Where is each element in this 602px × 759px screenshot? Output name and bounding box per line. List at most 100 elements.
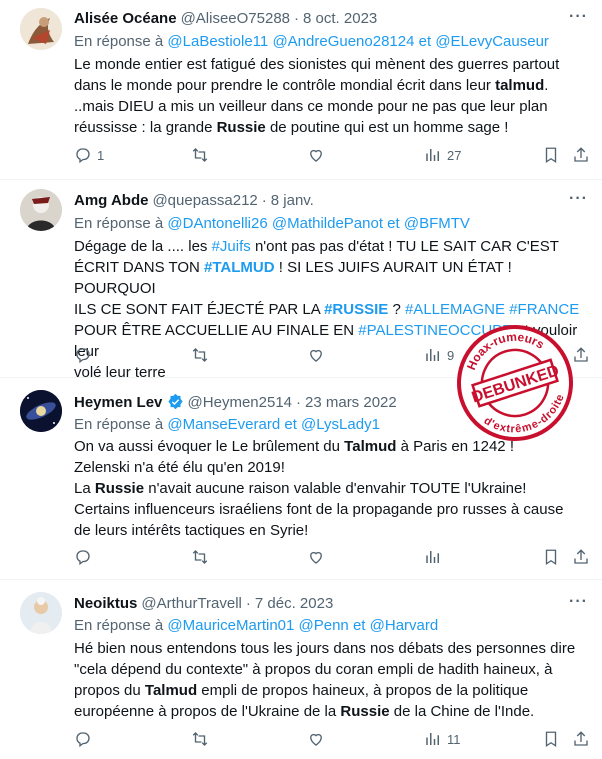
author-handle[interactable]: @quepassa212 (152, 192, 257, 209)
mention-link[interactable]: @ManseEverard (167, 416, 280, 433)
author-name[interactable]: Alisée Océane (74, 10, 177, 27)
tweet-line: Hé bien nous entendons tous les jours da… (74, 640, 576, 657)
tweet-line: réussisse : la grande Russie de poutine … (74, 119, 509, 136)
avatar[interactable] (20, 592, 62, 634)
tweet-date[interactable]: 8 janv. (271, 192, 314, 209)
action-bar: 11 (74, 730, 588, 750)
views-button[interactable]: 11 (424, 730, 461, 748)
bookmark-button[interactable] (542, 146, 560, 164)
like-button[interactable] (307, 548, 325, 566)
bookmark-icon (545, 731, 557, 748)
share-button[interactable] (572, 730, 590, 748)
reply-icon (76, 550, 90, 566)
mention-link[interactable]: @MauriceMartin01 (167, 617, 294, 634)
reply-button[interactable] (74, 346, 97, 364)
mention-link[interactable]: @MathildePanot (272, 215, 383, 232)
share-icon (574, 147, 588, 162)
author-handle[interactable]: @Heymen2514 (188, 394, 292, 411)
bookmark-button[interactable] (542, 548, 560, 566)
tweet-line: Certains influenceurs israéliens font de… (74, 501, 564, 518)
retweet-icon (192, 550, 208, 564)
like-icon (310, 149, 322, 162)
retweet-button[interactable] (191, 730, 209, 748)
like-icon (310, 349, 322, 362)
separator-dot: · (245, 595, 251, 612)
author-handle[interactable]: @ArthurTravell (141, 595, 242, 612)
tweet-header: Alisée Océane @AliseeO75288 · 8 oct. 2023 (74, 10, 377, 28)
tweet-text: Le monde entier est fatigué des sioniste… (74, 54, 584, 138)
retweet-button[interactable] (191, 346, 214, 364)
share-button[interactable] (572, 146, 590, 164)
views-button[interactable]: 27 (424, 146, 461, 164)
mention-and: et (352, 617, 366, 634)
reply-icon (76, 348, 90, 364)
author-name[interactable]: Neoiktus (74, 595, 137, 612)
mention-and: et (418, 33, 432, 50)
tweet-line: La Russie n'avait aucune raison valable … (74, 480, 527, 497)
tweet-line: propos du Talmud empli de propos haineux… (74, 682, 529, 699)
mention-link[interactable]: @AndreGueno28124 (272, 33, 414, 50)
like-button[interactable] (307, 146, 330, 164)
author-name[interactable]: Heymen Lev (74, 394, 162, 411)
retweet-icon (192, 148, 208, 162)
mention-link[interactable]: @Penn (299, 617, 349, 634)
reply-count: 1 (97, 147, 105, 163)
mention-and: et (284, 416, 297, 433)
views-icon (426, 733, 439, 745)
reply-button[interactable] (74, 548, 92, 566)
tweet-date[interactable]: 7 déc. 2023 (255, 595, 333, 612)
tweet-line: "cela dépend du contexte" à propos du co… (74, 661, 553, 678)
reply-button[interactable]: 1 (74, 146, 104, 164)
author-handle[interactable]: @AliseeO75288 (181, 10, 290, 27)
retweet-icon (192, 348, 208, 362)
mention-link[interactable]: @DAntonelli26 (167, 215, 267, 232)
avatar[interactable] (20, 390, 62, 432)
tweet-line: ILS CE SONT FAIT ÉJECTÉ PAR LA #RUSSIE ?… (74, 301, 580, 318)
retweet-icon (192, 732, 208, 746)
tweet-line: Zelenski n'a été élu qu'en 2019! (74, 459, 285, 476)
author-name[interactable]: Amg Abde (74, 192, 148, 209)
share-icon (574, 549, 588, 564)
mention-link[interactable]: @BFMTV (404, 215, 470, 232)
retweet-button[interactable] (191, 548, 209, 566)
separator-dot: · (296, 394, 301, 411)
bookmark-icon (545, 549, 557, 566)
reply-button[interactable] (74, 730, 92, 748)
more-icon[interactable]: ··· (569, 8, 588, 26)
action-bar (74, 548, 588, 568)
views-icon (426, 551, 439, 563)
reply-context: En réponse à @DAntonelli26 @MathildePano… (74, 215, 470, 233)
mention-link[interactable]: @Harvard (370, 617, 439, 634)
like-button[interactable] (307, 730, 325, 748)
more-icon[interactable]: ··· (569, 593, 588, 611)
more-icon[interactable]: ··· (569, 190, 588, 208)
reply-icon (76, 732, 90, 748)
views-icon (426, 149, 439, 161)
tweet-line: ..mais DIEU a mis un veilleur dans ce mo… (74, 98, 548, 115)
reply-context: En réponse à @LaBestiole11 @AndreGueno28… (74, 33, 549, 51)
mention-link[interactable]: @ELevyCauseur (435, 33, 549, 50)
share-icon (574, 731, 588, 746)
tweet-line: Le monde entier est fatigué des sioniste… (74, 56, 560, 73)
reply-prefix: En réponse à (74, 33, 164, 50)
avatar[interactable] (20, 189, 62, 231)
mention-link[interactable]: @LaBestiole11 (167, 33, 268, 50)
views-count: 27 (447, 147, 462, 163)
tweet-date[interactable]: 8 oct. 2023 (303, 10, 377, 27)
views-button[interactable] (424, 548, 442, 566)
tweet-4[interactable]: Neoiktus @ArthurTravell · 7 déc. 2023 ··· E… (0, 580, 602, 759)
tweet-header: Heymen Lev @Heymen2514 · 23 mars 2022 (74, 393, 397, 412)
reply-context: En réponse à @ManseEverard et @LysLady1 (74, 416, 380, 434)
tweet-line: dans le monde pour prendre le contrôle m… (74, 77, 549, 94)
avatar[interactable] (20, 8, 62, 50)
mention-link[interactable]: @LysLady1 (301, 416, 380, 433)
tweet-line: de leurs intérêts tactiques en Syrie! (74, 522, 309, 539)
bookmark-button[interactable] (542, 730, 560, 748)
like-button[interactable] (307, 346, 330, 364)
share-button[interactable] (572, 548, 590, 566)
tweet-date[interactable]: 23 mars 2022 (305, 394, 397, 411)
tweet-line: Dégage de la .... les #Juifs n'ont pas p… (74, 238, 559, 255)
retweet-button[interactable] (191, 146, 214, 164)
views-count: 11 (447, 731, 461, 747)
tweet-1[interactable]: Alisée Océane @AliseeO75288 · 8 oct. 2023 ·… (0, 0, 602, 180)
